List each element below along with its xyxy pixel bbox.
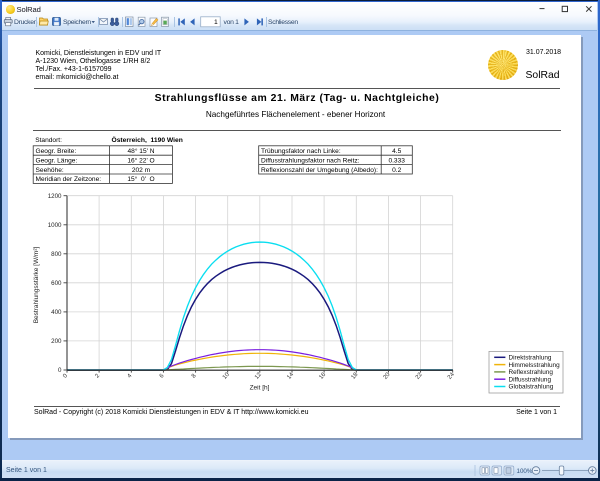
svg-text:8: 8 — [191, 373, 198, 380]
svg-text:24: 24 — [447, 371, 456, 380]
svg-text:6: 6 — [159, 373, 166, 380]
svg-text:0: 0 — [58, 367, 62, 374]
svg-text:22: 22 — [415, 371, 424, 380]
svg-text:Bestrahlungsstärke [W/m²]: Bestrahlungsstärke [W/m²] — [33, 247, 40, 324]
svg-text:2: 2 — [94, 373, 101, 380]
svg-text:20: 20 — [383, 371, 392, 380]
svg-text:1200: 1200 — [48, 193, 62, 200]
svg-text:16: 16 — [318, 371, 327, 380]
svg-text:100%: 100% — [517, 468, 533, 475]
svg-text:10: 10 — [222, 371, 231, 380]
svg-text:14: 14 — [286, 371, 295, 380]
svg-text:12: 12 — [254, 371, 263, 380]
svg-text:Diffusstrahlung: Diffusstrahlung — [509, 376, 552, 383]
svg-text:400: 400 — [51, 309, 62, 316]
svg-text:Globalstrahlung: Globalstrahlung — [509, 384, 554, 391]
svg-text:800: 800 — [51, 251, 62, 258]
svg-text:4: 4 — [127, 373, 134, 380]
svg-text:0: 0 — [62, 373, 69, 380]
svg-text:1000: 1000 — [48, 222, 62, 229]
svg-text:Reflexstrahlung: Reflexstrahlung — [509, 369, 554, 376]
svg-text:18: 18 — [351, 371, 360, 380]
svg-text:Direktstrahlung: Direktstrahlung — [509, 355, 552, 362]
svg-text:200: 200 — [51, 338, 62, 345]
svg-text:600: 600 — [51, 280, 62, 287]
svg-text:Himmelsstrahlung: Himmelsstrahlung — [509, 362, 561, 369]
svg-text:Zeit [h]: Zeit [h] — [250, 385, 270, 392]
